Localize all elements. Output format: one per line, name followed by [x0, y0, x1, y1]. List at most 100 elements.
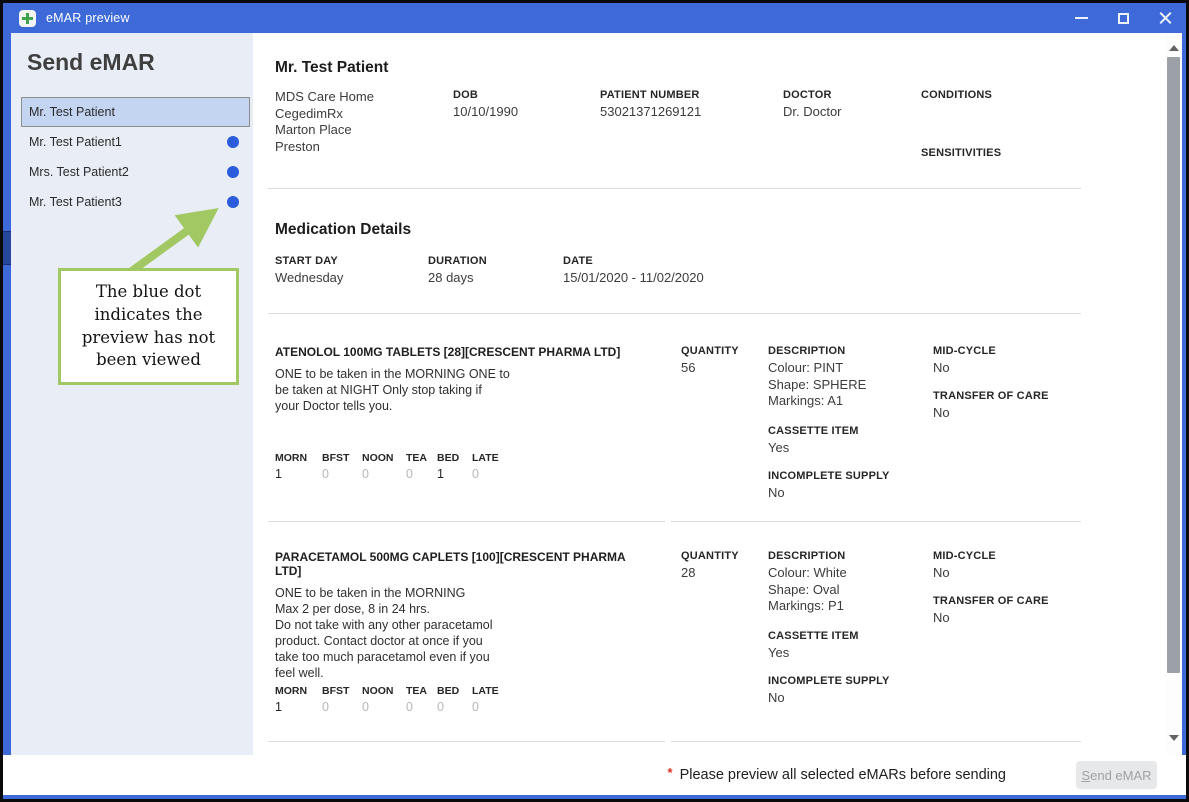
conditions-label: CONDITIONS — [921, 89, 992, 101]
dose-time-label: TEA — [406, 452, 437, 464]
transfer-of-care-value: No — [933, 405, 1081, 420]
medication-directions: ONE to be taken in the MORNING ONE to be… — [275, 366, 681, 414]
preview-pane: Mr. Test Patient MDS Care Home CegedimRx… — [253, 33, 1166, 755]
dose-column: BFST 0 — [322, 685, 362, 714]
preview-warning-text: Please preview all selected eMARs before… — [680, 767, 1006, 783]
medication-directions: ONE to be taken in the MORNING Max 2 per… — [275, 585, 681, 681]
date-range-field: DATE 15/01/2020 - 11/02/2020 — [563, 255, 704, 285]
date-range-value: 15/01/2020 - 11/02/2020 — [563, 270, 704, 285]
dose-column: MORN 1 — [275, 452, 322, 481]
patient-list-item[interactable]: Mr. Test Patient1 — [21, 127, 250, 157]
vertical-scrollbar[interactable] — [1166, 33, 1182, 755]
medication-divider — [671, 741, 1081, 742]
blue-dot-annotation: The blue dot indicates the preview has n… — [58, 268, 239, 385]
dose-value: 0 — [322, 467, 362, 481]
description-column: DESCRIPTION Colour: PINT Shape: SPHERE M… — [768, 345, 933, 500]
dose-time-label: BED — [437, 685, 472, 697]
unviewed-dot-icon — [227, 166, 239, 178]
dose-column: TEA 0 — [406, 685, 437, 714]
scrollbar-thumb[interactable] — [1167, 57, 1180, 673]
dose-column: TEA 0 — [406, 452, 437, 481]
send-button-accesskey: S — [1081, 768, 1090, 783]
patient-name-label: Mrs. Test Patient2 — [29, 165, 129, 179]
quantity-label: QUANTITY — [681, 345, 768, 357]
patient-address: MDS Care Home CegedimRx Marton Place Pre… — [275, 89, 374, 156]
dose-column: LATE 0 — [472, 685, 508, 714]
title-bar: eMAR preview — [3, 3, 1186, 33]
window-title: eMAR preview — [46, 11, 130, 25]
section-divider — [268, 313, 1081, 314]
dose-time-label: MORN — [275, 452, 322, 464]
dose-time-label: BFST — [322, 685, 362, 697]
unviewed-dot-icon — [227, 136, 239, 148]
dose-column: LATE 0 — [472, 452, 508, 481]
doctor-value: Dr. Doctor — [783, 104, 842, 119]
medication-main-column: ATENOLOL 100MG TABLETS [28][CRESCENT PHA… — [275, 345, 681, 500]
medication-details-title: Medication Details — [275, 221, 411, 239]
dose-time-label: TEA — [406, 685, 437, 697]
quantity-value: 28 — [681, 565, 768, 580]
dose-time-label: BED — [437, 452, 472, 464]
description-label: DESCRIPTION — [768, 550, 933, 562]
patient-number-value: 53021371269121 — [600, 104, 701, 119]
cassette-item-label: CASSETTE ITEM — [768, 425, 933, 437]
page-title: Send eMAR — [27, 49, 155, 76]
maximize-icon — [1118, 13, 1129, 24]
cycle-column: MID-CYCLE No TRANSFER OF CARE No — [933, 550, 1081, 714]
duration-value: 28 days — [428, 270, 487, 285]
mid-cycle-value: No — [933, 360, 1081, 375]
transfer-of-care-label: TRANSFER OF CARE — [933, 390, 1081, 402]
start-day-label: START DAY — [275, 255, 343, 267]
minimize-button[interactable] — [1060, 3, 1102, 33]
dose-value: 0 — [362, 467, 406, 481]
doctor-label: DOCTOR — [783, 89, 842, 101]
cassette-item-value: Yes — [768, 440, 933, 455]
patient-list-item[interactable]: Mr. Test Patient — [21, 97, 250, 127]
mid-cycle-value: No — [933, 565, 1081, 580]
dose-time-label: LATE — [472, 685, 508, 697]
incomplete-supply-label: INCOMPLETE SUPPLY — [768, 470, 933, 482]
patient-header-name: Mr. Test Patient — [275, 59, 388, 77]
window-bottom-border — [3, 795, 1186, 799]
medication-row: ATENOLOL 100MG TABLETS [28][CRESCENT PHA… — [275, 345, 1081, 500]
close-button[interactable] — [1144, 3, 1186, 33]
dose-column: BED 0 — [437, 685, 472, 714]
dose-time-label: BFST — [322, 452, 362, 464]
start-day-field: START DAY Wednesday — [275, 255, 343, 285]
dose-value: 0 — [472, 700, 508, 714]
send-emar-button[interactable]: Send eMAR — [1076, 761, 1157, 789]
description-label: DESCRIPTION — [768, 345, 933, 357]
dose-value: 0 — [406, 700, 437, 714]
dose-time-label: MORN — [275, 685, 322, 697]
medication-name: PARACETAMOL 500MG CAPLETS [100][CRESCENT… — [275, 550, 681, 578]
incomplete-supply-value: No — [768, 485, 933, 500]
dose-column: NOON 0 — [362, 685, 406, 714]
maximize-button[interactable] — [1102, 3, 1144, 33]
description-column: DESCRIPTION Colour: White Shape: Oval Ma… — [768, 550, 933, 714]
description-value: Colour: PINT Shape: SPHERE Markings: A1 — [768, 360, 933, 410]
transfer-of-care-value: No — [933, 610, 1081, 625]
scroll-up-icon[interactable] — [1169, 45, 1179, 51]
left-border-grip[interactable] — [3, 231, 11, 265]
dose-value: 1 — [437, 467, 472, 481]
start-day-value: Wednesday — [275, 270, 343, 285]
medication-name: ATENOLOL 100MG TABLETS [28][CRESCENT PHA… — [275, 345, 681, 359]
dose-column: NOON 0 — [362, 452, 406, 481]
dose-time-label: NOON — [362, 452, 406, 464]
dose-schedule-table: MORN 1 BFST 0 NOON 0 TEA — [275, 685, 681, 714]
quantity-value: 56 — [681, 360, 768, 375]
medication-divider — [268, 521, 665, 522]
minimize-icon — [1075, 17, 1088, 19]
scroll-down-icon[interactable] — [1169, 735, 1179, 741]
quantity-column: QUANTITY 56 — [681, 345, 768, 500]
date-label: DATE — [563, 255, 704, 267]
dose-value: 0 — [362, 700, 406, 714]
address-lines: MDS Care Home CegedimRx Marton Place Pre… — [275, 89, 374, 156]
window-left-border — [3, 33, 11, 755]
conditions-field: CONDITIONS — [921, 89, 992, 104]
footer-bar: * Please preview all selected eMARs befo… — [3, 755, 1186, 795]
duration-field: DURATION 28 days — [428, 255, 487, 285]
dose-value: 0 — [406, 467, 437, 481]
app-logo-icon — [19, 10, 36, 27]
incomplete-supply-label: INCOMPLETE SUPPLY — [768, 675, 933, 687]
